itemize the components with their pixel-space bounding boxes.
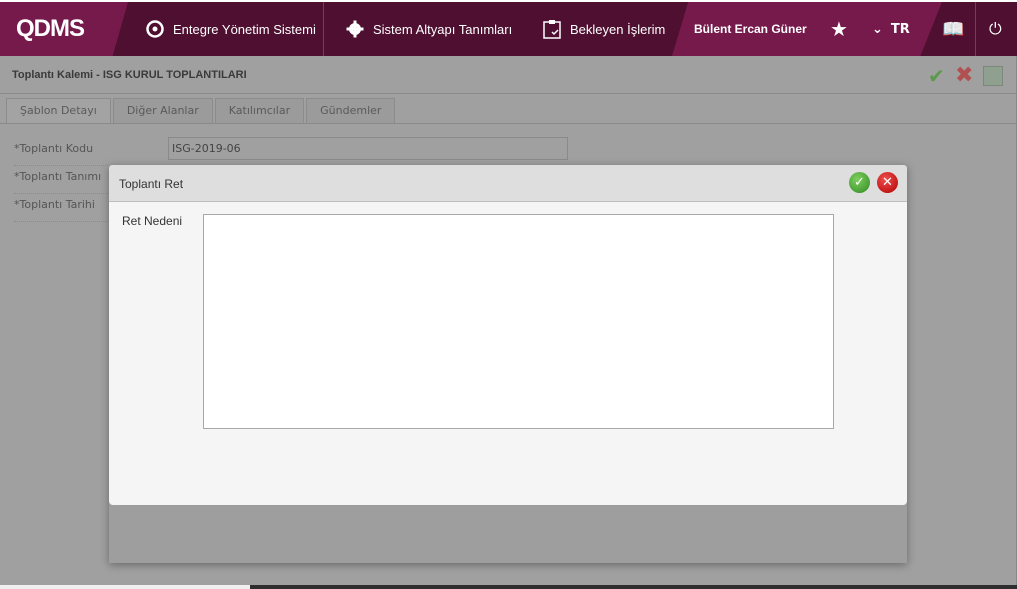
nav-label: Bekleyen İşlerim	[570, 21, 666, 37]
taskbar-left	[0, 585, 250, 589]
clipboard-check-icon	[543, 20, 561, 39]
book-help-icon[interactable]: 📖	[942, 2, 964, 56]
gear-icon	[346, 20, 364, 38]
nav-entegre-yonetim[interactable]: Entegre Yönetim Sistemi	[146, 2, 316, 56]
power-icon[interactable]: ⏻	[989, 2, 1002, 56]
export-xls-icon[interactable]	[983, 66, 1003, 86]
page-title: Toplantı Kalemi - ISG KURUL TOPLANTILARI	[12, 69, 247, 81]
chevron-down-icon: ⌄	[872, 21, 883, 37]
title-bar: Toplantı Kalemi - ISG KURUL TOPLANTILARI…	[0, 56, 1016, 94]
tab-gundemler[interactable]: Gündemler	[306, 98, 396, 123]
top-navbar: QDMS Entegre Yönetim Sistemi Sistem Alty…	[0, 2, 1017, 56]
tab-katilimcilar[interactable]: Katılımcılar	[214, 98, 305, 123]
nav-label: Entegre Yönetim Sistemi	[173, 21, 316, 37]
tab-bar: Şablon Detayı Diğer Alanlar Katılımcılar…	[6, 98, 396, 123]
nav-label: Sistem Altyapı Tanımları	[373, 21, 513, 37]
tab-divider	[0, 123, 1016, 124]
dialog-title: Toplantı Ret	[119, 177, 184, 191]
ret-nedeni-label: Ret Nedeni	[122, 214, 183, 228]
cancel-x-icon[interactable]: ✖	[955, 63, 973, 88]
tab-sablon-detayi[interactable]: Şablon Detayı	[6, 98, 111, 123]
tab-diger-alanlar[interactable]: Diğer Alanlar	[112, 98, 213, 123]
nav-sistem-altyapi[interactable]: Sistem Altyapı Tanımları	[346, 2, 512, 56]
qdms-logo[interactable]: QDMS	[16, 15, 85, 43]
user-name[interactable]: Bülent Ercan Güner	[694, 2, 807, 56]
toplanti-kodu-input[interactable]: ISG-2019-06	[168, 137, 568, 160]
dialog-body: Toplantı Ret ✓ ✕ Ret Nedeni	[109, 165, 907, 505]
save-check-icon[interactable]: ✔	[928, 64, 945, 88]
dialog-header: Toplantı Ret ✓ ✕	[109, 165, 907, 202]
language-dropdown[interactable]: ⌄ TR	[872, 2, 910, 56]
confirm-check-icon[interactable]: ✓	[849, 172, 870, 193]
close-x-icon[interactable]: ✕	[877, 172, 898, 193]
ret-nedeni-textarea[interactable]	[203, 214, 834, 429]
nav-divider	[323, 2, 324, 56]
taskbar	[250, 585, 1017, 589]
language-code: TR	[890, 21, 910, 37]
toplanti-ret-dialog: Toplantı Ret ✓ ✕ Ret Nedeni	[109, 165, 907, 563]
nav-divider	[975, 2, 976, 56]
nav-bekleyen-islerim[interactable]: Bekleyen İşlerim	[543, 2, 665, 56]
qdms-q-icon	[146, 20, 164, 38]
star-icon[interactable]: ★	[830, 2, 848, 56]
